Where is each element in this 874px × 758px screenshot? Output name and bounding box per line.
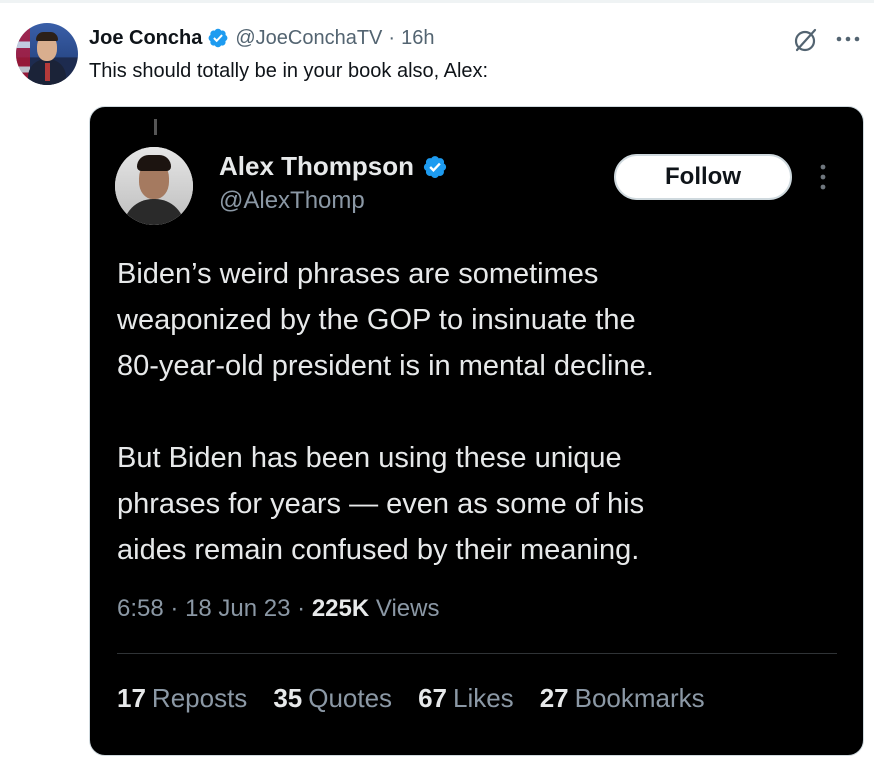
text-line: aides remain confused by their meaning. <box>117 534 640 566</box>
quotes-label: Quotes <box>308 683 393 713</box>
embedded-date: 18 Jun 23 <box>185 595 291 622</box>
reposts-label: Reposts <box>151 683 248 713</box>
attached-image[interactable]: Alex Thompson @AlexThomp Follow Biden’s … <box>89 106 864 756</box>
verified-badge-icon <box>423 155 447 178</box>
bookmarks-stat: 27 Bookmarks <box>540 683 705 714</box>
author-handle[interactable]: @JoeConchaTV <box>235 27 382 50</box>
text-line: But Biden has been using these unique <box>117 442 622 474</box>
image-artifact <box>154 119 157 135</box>
reposts-count: 17 <box>117 683 146 713</box>
text-line: phrases for years — even as some of his <box>117 488 645 520</box>
views-label: Views <box>375 595 440 622</box>
embedded-tweet-text: Biden’s weird phrases are sometimes weap… <box>117 251 837 573</box>
bookmarks-label: Bookmarks <box>574 683 705 713</box>
embedded-author-handle: @AlexThomp <box>219 187 365 214</box>
separator-dot: · <box>170 595 179 622</box>
more-options-icon[interactable] <box>835 34 861 44</box>
divider <box>117 653 837 654</box>
likes-label: Likes <box>452 683 514 713</box>
engagement-stats: 17 Reposts 35 Quotes 67 Likes 27 Bookmarks <box>117 683 705 714</box>
embedded-time: 6:58 <box>117 595 164 622</box>
reposts-stat: 17 Reposts <box>117 683 247 714</box>
embedded-author-avatar <box>115 147 193 225</box>
separator-dot: · <box>388 26 396 49</box>
text-line: Biden’s weird phrases are sometimes <box>117 258 599 290</box>
separator-dot: · <box>297 595 306 622</box>
tweet-text: This should totally be in your book also… <box>89 60 489 82</box>
verified-badge-icon <box>208 28 228 48</box>
embedded-author-name: Alex Thompson <box>219 151 415 181</box>
bookmarks-count: 27 <box>539 683 569 713</box>
more-options-icon <box>820 164 826 190</box>
text-line: weaponized by the GOP to insinuate the <box>117 304 636 336</box>
embedded-tweet-meta: 6:58 · 18 Jun 23 · 225K Views <box>117 595 439 623</box>
views-count: 225K <box>311 595 370 622</box>
top-divider <box>0 0 874 3</box>
author-name[interactable]: Joe Concha <box>89 27 202 50</box>
quotes-count: 35 <box>273 683 303 713</box>
tweet-timestamp[interactable]: 16h <box>401 27 434 50</box>
tweet-header: Joe Concha @JoeConchaTV · 16h <box>89 24 434 52</box>
author-avatar[interactable] <box>16 23 78 85</box>
embedded-header: Alex Thompson <box>219 151 448 182</box>
likes-count: 67 <box>418 683 447 713</box>
likes-stat: 67 Likes <box>418 683 514 714</box>
grok-icon[interactable] <box>793 27 819 53</box>
quotes-stat: 35 Quotes <box>273 683 392 714</box>
text-line: 80-year-old president is in mental decli… <box>117 350 654 382</box>
follow-button: Follow <box>614 154 792 200</box>
